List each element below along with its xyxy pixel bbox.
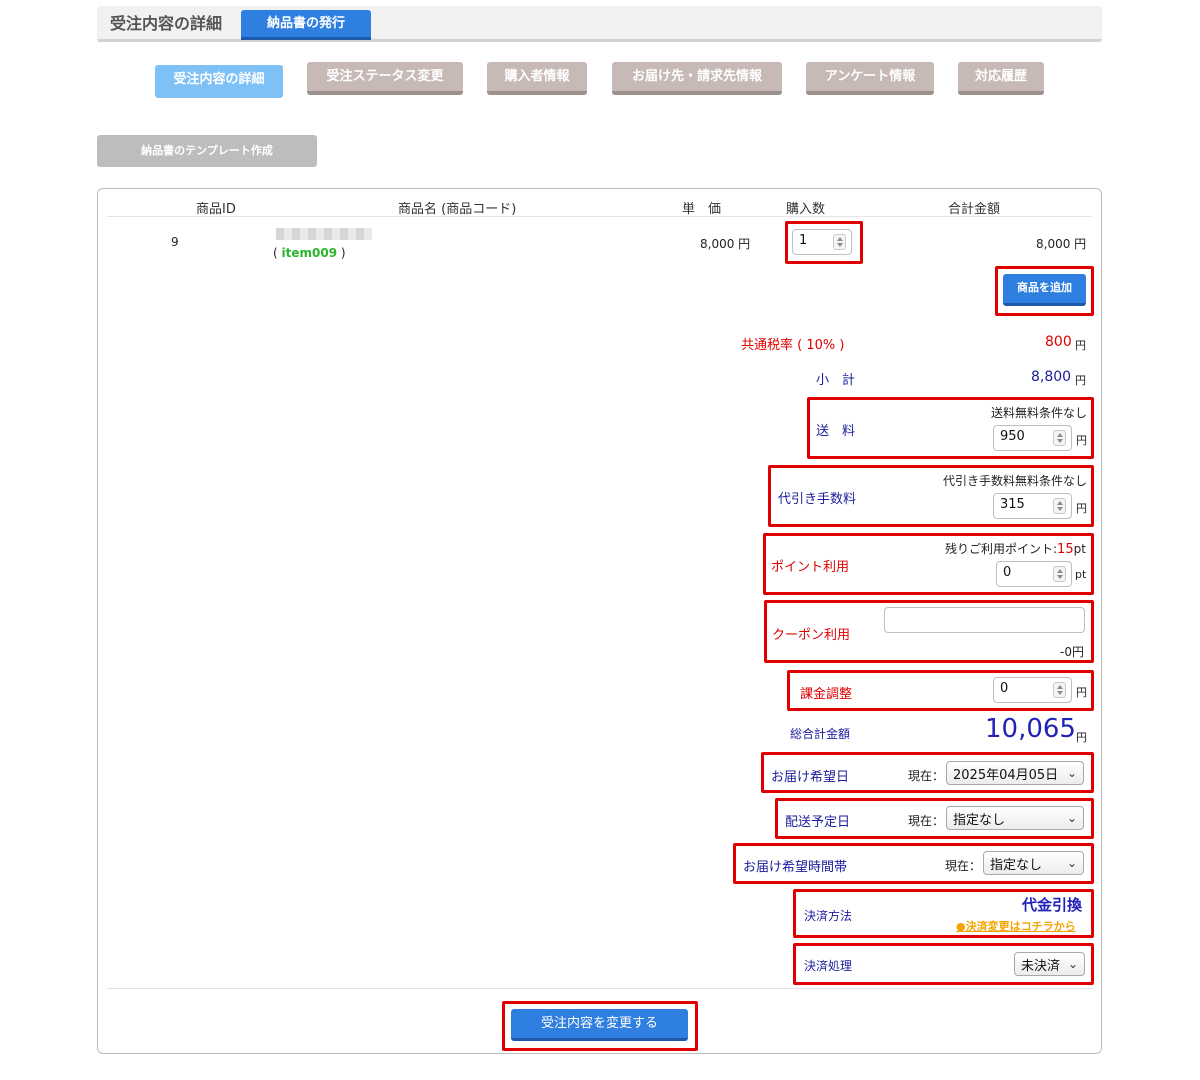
row-unit-price: 8,000 円	[700, 237, 751, 251]
adjust-label: 課金調整	[800, 687, 853, 702]
create-template-button[interactable]: 納品書のテンプレート作成	[97, 135, 317, 167]
point-stepper[interactable]	[1053, 566, 1066, 582]
coupon-amount: -0円	[1060, 645, 1084, 659]
tab-survey[interactable]: アンケート情報	[806, 62, 934, 95]
product-name-blurred	[276, 228, 372, 240]
point-input[interactable]: 0	[996, 561, 1072, 587]
delivery-time-current: 現在：	[945, 859, 982, 873]
page-title: 受注内容の詳細	[110, 14, 223, 33]
add-item-button[interactable]: 商品を追加	[1003, 274, 1086, 306]
coupon-label: クーポン利用	[772, 628, 851, 643]
row-total: 8,000 円	[1036, 237, 1087, 251]
chevron-down-icon: ⌄	[1066, 811, 1077, 825]
ship-date-current: 現在：	[908, 814, 945, 828]
col-header-total: 合計金額	[948, 202, 1001, 217]
grand-total-value: 10,065	[985, 714, 1076, 744]
subtotal-yen: 円	[1075, 374, 1086, 387]
col-header-name: 商品名 (商品コード)	[398, 202, 517, 217]
payment-method-value: 代金引換	[1022, 896, 1083, 914]
chevron-down-icon: ⌄	[1066, 856, 1077, 870]
cod-label: 代引き手数料	[778, 492, 857, 507]
quantity-input[interactable]: 1	[792, 229, 852, 255]
col-header-qty: 購入数	[786, 202, 826, 217]
delivery-date-select[interactable]: 2025年04月05日 ⌄	[946, 761, 1084, 785]
quantity-stepper[interactable]	[833, 234, 846, 250]
tab-order-details[interactable]: 受注内容の詳細	[155, 65, 283, 98]
adjust-yen: 円	[1076, 686, 1087, 699]
payment-method-label: 決済方法	[804, 909, 853, 923]
row-product-id: 9	[171, 235, 179, 249]
tax-value: 800	[1045, 334, 1072, 350]
col-header-price: 単 価	[682, 202, 722, 217]
delivery-note-tab[interactable]: 納品書の発行	[241, 10, 371, 40]
table-header-divider	[107, 216, 1092, 217]
delivery-time-select[interactable]: 指定なし ⌄	[983, 851, 1084, 875]
chevron-down-icon: ⌄	[1066, 766, 1077, 780]
payment-process-label: 決済処理	[804, 959, 853, 973]
product-code: ( item009 )	[273, 246, 346, 260]
grand-total-yen: 円	[1076, 731, 1087, 744]
tab-order-status[interactable]: 受注ステータス変更	[307, 62, 463, 95]
chevron-down-icon: ⌄	[1067, 957, 1078, 971]
tab-shipping-billing[interactable]: お届け先・請求先情報	[612, 62, 782, 95]
tab-history[interactable]: 対応履歴	[958, 62, 1044, 95]
grand-total-label: 総合計金額	[790, 727, 851, 741]
ship-date-label: 配送予定日	[785, 815, 851, 830]
delivery-time-label: お届け希望時間帯	[743, 860, 848, 875]
payment-change-link[interactable]: ●決済変更はコチラから	[956, 918, 1076, 934]
adjust-stepper[interactable]	[1053, 682, 1066, 698]
adjust-input[interactable]: 0	[993, 677, 1072, 703]
subtotal-label: 小 計	[816, 373, 856, 388]
col-header-id: 商品ID	[196, 202, 236, 217]
subtotal-value: 8,800	[1031, 369, 1072, 385]
shipping-stepper[interactable]	[1053, 430, 1066, 446]
point-pt: pt	[1075, 568, 1087, 581]
payment-process-select[interactable]: 未決済 ⌄	[1014, 952, 1085, 976]
ship-date-select[interactable]: 指定なし ⌄	[946, 806, 1084, 830]
delivery-date-label: お届け希望日	[771, 770, 850, 785]
tax-label: 共通税率 ( 10% )	[741, 338, 845, 353]
point-label: ポイント利用	[771, 560, 850, 575]
cod-yen: 円	[1076, 502, 1087, 515]
point-note: 残りご利用ポイント:15pt	[945, 542, 1086, 557]
shipping-input[interactable]: 950	[993, 425, 1072, 451]
cod-input[interactable]: 315	[993, 493, 1072, 519]
shipping-note: 送料無料条件なし	[991, 406, 1088, 420]
submit-order-change-button[interactable]: 受注内容を変更する	[511, 1009, 688, 1041]
cod-note: 代引き手数料無料条件なし	[943, 474, 1088, 488]
shipping-label: 送 料	[816, 424, 856, 439]
cod-stepper[interactable]	[1053, 498, 1066, 514]
coupon-input[interactable]	[884, 607, 1085, 633]
delivery-date-current: 現在：	[908, 769, 945, 783]
summary-divider	[107, 988, 1092, 989]
shipping-yen: 円	[1076, 434, 1087, 447]
tax-yen: 円	[1075, 339, 1086, 352]
tab-buyer-info[interactable]: 購入者情報	[487, 62, 587, 95]
